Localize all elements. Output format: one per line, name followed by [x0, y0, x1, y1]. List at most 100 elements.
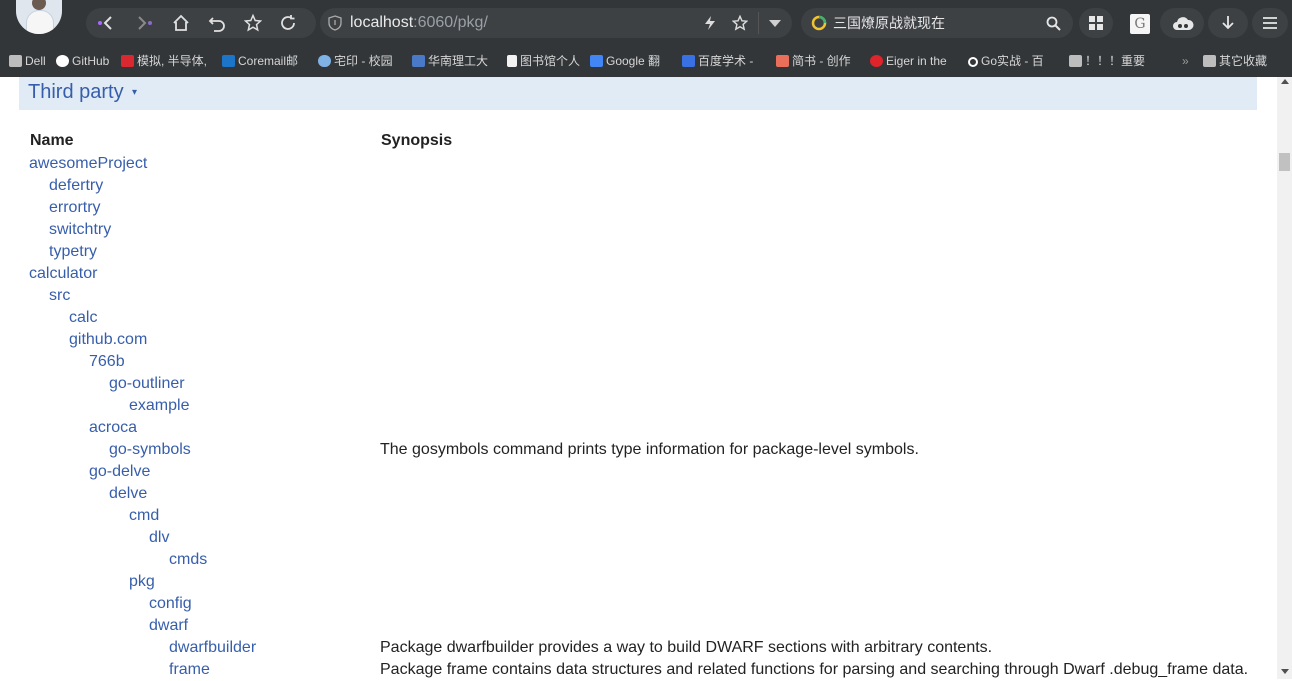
url-text[interactable]: localhost:6060/pkg/: [350, 8, 488, 38]
favorite-star-icon[interactable]: [732, 15, 748, 31]
package-link[interactable]: typetry: [49, 241, 97, 263]
forward-icon[interactable]: [129, 8, 159, 38]
search-icon[interactable]: [1046, 16, 1061, 31]
search-engine-icon: [811, 15, 827, 31]
section-header[interactable]: Third party ▾: [19, 77, 1257, 110]
back-icon[interactable]: [91, 8, 121, 38]
package-link[interactable]: acroca: [89, 417, 137, 439]
bookmark-label: Google 翻: [606, 54, 661, 68]
scroll-thumb[interactable]: [1279, 153, 1290, 171]
bookmark-other[interactable]: 其它收藏: [1203, 46, 1267, 77]
bookmark-go[interactable]: Go实战 - 百: [968, 46, 1044, 77]
page-content: Third party ▾ Name Synopsis awesomeProje…: [0, 77, 1277, 679]
browser-toolbar: localhost:6060/pkg/ 三国燎原战就现在 G: [0, 0, 1292, 46]
bookmark-important[interactable]: ！！！重要: [1069, 46, 1145, 77]
home-icon[interactable]: [166, 8, 196, 38]
glasses-icon: [968, 57, 978, 67]
package-link[interactable]: dwarfbuilder: [169, 637, 256, 659]
package-link[interactable]: example: [129, 395, 189, 417]
folder-icon: [1069, 55, 1082, 67]
package-row: errortry: [0, 197, 1277, 219]
package-row: acroca: [0, 417, 1277, 439]
package-row: frame Package frame contains data structu…: [0, 659, 1277, 681]
package-synopsis: The gosymbols command prints type inform…: [380, 441, 919, 458]
grammar-extension-icon[interactable]: G: [1130, 14, 1150, 34]
package-row: typetry: [0, 241, 1277, 263]
package-row: 766b: [0, 351, 1277, 373]
package-row: delve: [0, 483, 1277, 505]
apps-grid-icon[interactable]: [1089, 16, 1103, 30]
package-link[interactable]: cmd: [129, 505, 159, 527]
package-row: switchtry: [0, 219, 1277, 241]
undo-icon[interactable]: [202, 8, 232, 38]
package-link[interactable]: config: [149, 593, 192, 615]
package-link[interactable]: defertry: [49, 175, 103, 197]
package-link[interactable]: delve: [109, 483, 147, 505]
collapse-toggle-icon[interactable]: ▾: [132, 79, 137, 107]
github-icon: [56, 55, 69, 67]
package-row: github.com: [0, 329, 1277, 351]
avatar-body: [26, 10, 54, 34]
bookmark-label: Eiger in the: [886, 54, 947, 68]
package-link[interactable]: github.com: [69, 329, 147, 351]
ti-icon: [121, 55, 134, 67]
bookmark-label: 图书馆个人: [520, 54, 581, 68]
column-header-name: Name: [30, 132, 74, 149]
column-header-synopsis: Synopsis: [381, 132, 453, 149]
vertical-scrollbar[interactable]: [1277, 77, 1292, 679]
package-synopsis: Package frame contains data structures a…: [380, 661, 1249, 678]
download-icon[interactable]: [1220, 15, 1236, 31]
lightning-icon[interactable]: [704, 16, 716, 30]
package-link[interactable]: errortry: [49, 197, 101, 219]
package-row: pkg: [0, 571, 1277, 593]
bookmark-dell[interactable]: Dell: [9, 46, 46, 77]
bookmark-github[interactable]: GitHub: [56, 46, 109, 77]
address-bar[interactable]: localhost:6060/pkg/: [320, 8, 792, 38]
package-link[interactable]: pkg: [129, 571, 155, 593]
package-link[interactable]: src: [49, 285, 70, 307]
bookmark-zhaiyin[interactable]: 宅印 - 校园: [318, 46, 393, 77]
scroll-up-icon[interactable]: [1281, 79, 1289, 84]
bookmark-star-icon[interactable]: [238, 8, 268, 38]
bookmark-label: Go实战 - 百: [981, 54, 1044, 68]
package-row: example: [0, 395, 1277, 417]
package-link[interactable]: 766b: [89, 351, 125, 373]
package-link[interactable]: go-outliner: [109, 373, 185, 395]
package-link[interactable]: dlv: [149, 527, 169, 549]
scroll-down-icon[interactable]: [1281, 669, 1289, 674]
cloud-sync-icon[interactable]: [1172, 14, 1194, 32]
bookmark-coremail[interactable]: Coremail邮: [222, 46, 298, 77]
bookmark-jianshu[interactable]: 简书 - 创作: [776, 46, 851, 77]
bookmarks-overflow-button[interactable]: »: [1182, 46, 1189, 77]
jianshu-icon: [776, 55, 789, 67]
package-link[interactable]: switchtry: [49, 219, 111, 241]
chevron-down-icon[interactable]: [769, 20, 781, 28]
bookmark-label: 简书 - 创作: [792, 54, 851, 68]
package-link[interactable]: cmds: [169, 549, 207, 571]
search-input[interactable]: 三国燎原战就现在: [833, 8, 945, 38]
package-link[interactable]: calc: [69, 307, 97, 329]
bookmark-eiger[interactable]: Eiger in the: [870, 46, 947, 77]
menu-icon[interactable]: [1262, 16, 1278, 30]
search-bar[interactable]: 三国燎原战就现在: [801, 8, 1073, 38]
section-title[interactable]: Third party: [28, 78, 124, 106]
bookmark-library[interactable]: 图书馆个人: [507, 46, 580, 77]
profile-avatar[interactable]: [16, 0, 62, 34]
package-row: dwarfbuilder Package dwarfbuilder provide…: [0, 637, 1277, 659]
bookmark-scut[interactable]: 华南理工大: [412, 46, 488, 77]
package-link[interactable]: frame: [169, 659, 210, 681]
bookmark-label: 百度学术 -: [698, 54, 754, 68]
bookmark-baidu-scholar[interactable]: 百度学术 -: [682, 46, 753, 77]
package-link[interactable]: awesomeProject: [29, 153, 147, 175]
bookmark-ti[interactable]: 模拟, 半导体,: [121, 46, 207, 77]
package-row: calc: [0, 307, 1277, 329]
package-link[interactable]: dwarf: [149, 615, 188, 637]
package-link[interactable]: go-symbols: [109, 439, 191, 461]
bookmarks-bar: Dell GitHub 模拟, 半导体, Coremail邮 宅印 - 校园 华…: [0, 46, 1292, 77]
scut-icon: [412, 55, 425, 67]
package-link[interactable]: go-delve: [89, 461, 150, 483]
bookmark-google-translate[interactable]: Google 翻: [590, 46, 660, 77]
package-link[interactable]: calculator: [29, 263, 97, 285]
reload-icon[interactable]: [273, 8, 303, 38]
bookmark-label: 华南理工大: [428, 54, 489, 68]
